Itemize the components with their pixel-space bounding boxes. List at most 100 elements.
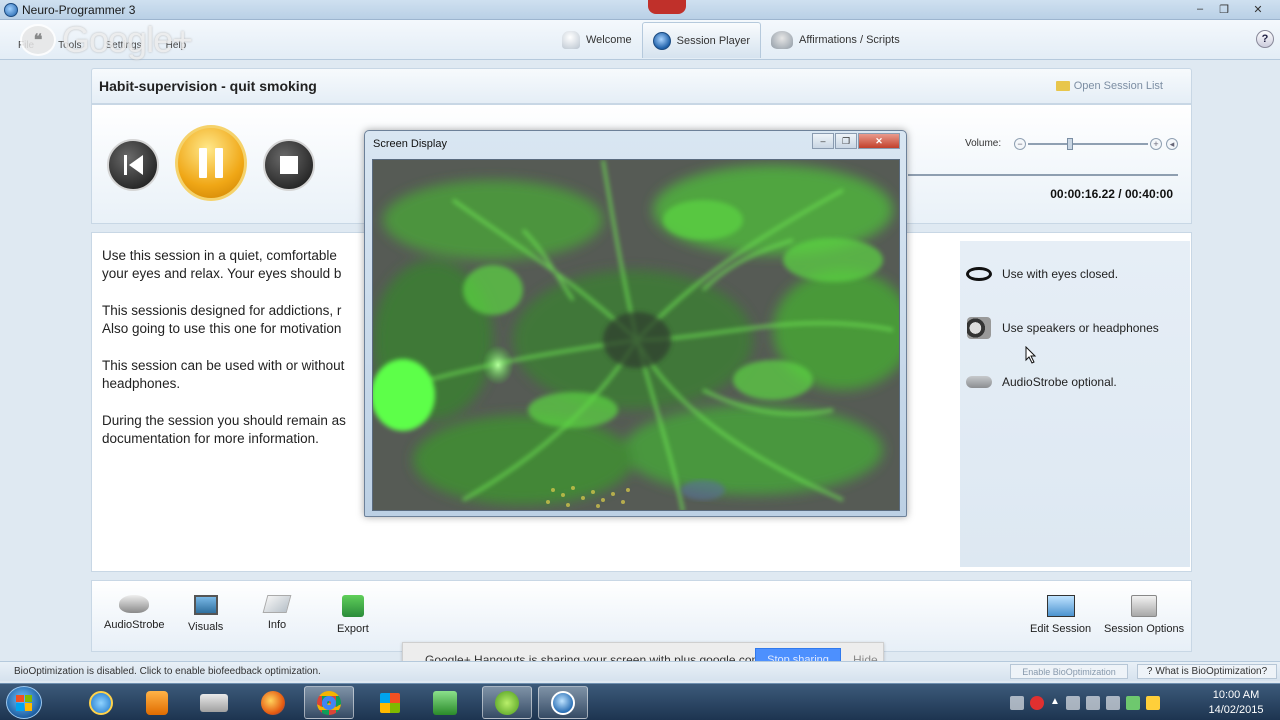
window-title: Neuro-Programmer 3: [22, 3, 136, 17]
export-button[interactable]: Export: [337, 595, 369, 635]
info-audiostrobe-label: AudioStrobe optional.: [1002, 375, 1117, 389]
pause-button[interactable]: [175, 125, 247, 201]
google-plus-logo: Google+: [62, 19, 193, 60]
screen-display-maximize-button[interactable]: ❐: [835, 133, 857, 149]
rewind-bar-glyph: [123, 155, 127, 175]
start-button[interactable]: [6, 686, 42, 719]
edit-session-icon: [1046, 595, 1075, 617]
fractal-visual: [373, 160, 899, 510]
tray-network-icon[interactable]: [1086, 695, 1100, 710]
tray-keyboard-icon[interactable]: [1010, 695, 1024, 710]
export-label: Export: [337, 623, 369, 635]
info-eyes-closed-label: Use with eyes closed.: [1002, 267, 1119, 281]
taskbar-apps-grid[interactable]: [365, 686, 415, 719]
recording-indicator: [648, 0, 686, 14]
utorrent-icon: [495, 690, 519, 715]
rewind-button[interactable]: [107, 139, 159, 191]
maximize-button[interactable]: ❐: [1212, 0, 1236, 18]
status-bar: BioOptimization is disabled. Click to en…: [0, 661, 1280, 681]
session-header: Habit-supervision - quit smoking Open Se…: [91, 68, 1192, 104]
tab-session-player-label: Session Player: [676, 34, 751, 47]
title-bar: Neuro-Programmer 3 ‒ ❐ ✕: [0, 0, 1280, 20]
taskbar-utorrent[interactable]: [482, 686, 532, 719]
stop-button[interactable]: [263, 139, 315, 191]
export-icon: [341, 595, 364, 617]
window-controls: ‒ ❐ ✕: [1188, 0, 1280, 18]
info-audiostrobe: AudioStrobe optional.: [966, 371, 1117, 393]
apps-grid-icon: [380, 692, 400, 713]
taskbar-hp-app[interactable]: [420, 686, 470, 719]
session-options-button[interactable]: Session Options: [1104, 595, 1184, 635]
clock-date: 14/02/2015: [1208, 704, 1264, 716]
player-disc-icon: [652, 31, 671, 50]
edit-session-button[interactable]: Edit Session: [1030, 595, 1091, 635]
volume-up-icon[interactable]: +: [1150, 138, 1162, 150]
lightbulb-icon: [562, 31, 580, 49]
enable-biooptimization-button[interactable]: Enable BioOptimization: [1010, 664, 1128, 679]
screen-display-controls: ‒ ❐ ✕: [812, 133, 900, 149]
menu-bar: File Tools Settings Help ❝ Google+ Welco…: [0, 19, 1280, 60]
edit-session-label: Edit Session: [1030, 623, 1092, 635]
audiostrobe-button[interactable]: AudioStrobe: [104, 595, 165, 631]
tab-session-player[interactable]: Session Player: [641, 22, 762, 58]
file-explorer-icon: [200, 693, 228, 712]
visualization-canvas: [372, 159, 900, 511]
tab-affirmations[interactable]: Affirmations / Scripts: [761, 22, 910, 58]
volume-down-icon[interactable]: −: [1014, 138, 1026, 150]
audiostrobe-icon: [119, 595, 150, 613]
taskbar-neuro-programmer[interactable]: [538, 686, 588, 719]
help-icon[interactable]: ?: [1256, 30, 1274, 48]
volume-label: Volume:: [965, 138, 1002, 149]
biooptimization-status[interactable]: BioOptimization is disabled. Click to en…: [14, 666, 321, 677]
taskbar-firefox[interactable]: [248, 686, 298, 719]
pause-icon: [199, 148, 223, 178]
time-display: 00:00:16.22 / 00:40:00: [1050, 187, 1173, 201]
taskbar-media-player[interactable]: [132, 686, 182, 719]
taskbar-internet-explorer[interactable]: [76, 686, 126, 719]
taskbar-clock[interactable]: 10:00 AM 14/02/2015: [1196, 688, 1276, 718]
mouse-cursor: [1025, 346, 1037, 364]
session-options-icon: [1131, 595, 1158, 617]
minimize-button[interactable]: ‒: [1188, 0, 1212, 18]
chrome-icon: [317, 690, 341, 715]
visuals-button[interactable]: Visuals: [188, 595, 223, 633]
session-requirements: Use with eyes closed. Use speakers or he…: [960, 241, 1190, 567]
tray-device-icon[interactable]: [1066, 695, 1080, 710]
volume-track: [1028, 143, 1148, 145]
tab-welcome-label: Welcome: [586, 34, 632, 46]
neuro-programmer-icon: [551, 690, 575, 715]
session-description: Use this session in a quiet, comfortable…: [102, 247, 364, 467]
windows-taskbar: ▲ 10:00 AM 14/02/2015: [0, 683, 1280, 720]
tray-show-hidden-icon[interactable]: ▲: [1050, 696, 1060, 710]
eye-mask-icon: [966, 267, 992, 281]
audiostrobe-label: AudioStrobe: [104, 619, 165, 631]
tray-drive-icon[interactable]: [1146, 695, 1160, 710]
volume-thumb[interactable]: [1067, 138, 1073, 150]
info-speakers-label: Use speakers or headphones: [1002, 321, 1159, 335]
info-button[interactable]: Info: [262, 595, 292, 631]
tab-affirmations-label: Affirmations / Scripts: [799, 34, 900, 46]
open-session-list-label: Open Session List: [1073, 80, 1163, 92]
screen-display-close-button[interactable]: ✕: [858, 133, 900, 149]
taskbar-file-explorer[interactable]: [189, 686, 239, 719]
screen-display-minimize-button[interactable]: ‒: [812, 133, 834, 149]
clock-time: 10:00 AM: [1212, 689, 1260, 701]
session-progress-bar[interactable]: [908, 174, 1178, 176]
tray-alert-icon[interactable]: [1030, 695, 1044, 710]
tray-app-icon[interactable]: [1126, 695, 1140, 710]
volume-slider[interactable]: − + ◂: [1012, 138, 1178, 150]
screen-display-window[interactable]: Screen Display ‒ ❐ ✕: [364, 130, 907, 517]
tray-volume-icon[interactable]: [1106, 695, 1120, 710]
headset-icon: [771, 31, 794, 49]
mute-icon[interactable]: ◂: [1166, 138, 1178, 150]
visuals-label: Visuals: [188, 621, 224, 633]
close-button[interactable]: ✕: [1236, 0, 1280, 18]
what-is-biooptimization-label: What is BioOptimization?: [1155, 666, 1268, 677]
tab-welcome[interactable]: Welcome: [552, 22, 642, 58]
taskbar-chrome[interactable]: [304, 686, 354, 719]
open-session-list-link[interactable]: Open Session List: [1055, 80, 1163, 92]
info-speakers: Use speakers or headphones: [966, 317, 1159, 339]
what-is-biooptimization-button[interactable]: ? What is BioOptimization?: [1137, 664, 1277, 679]
info-eyes-closed: Use with eyes closed.: [966, 263, 1118, 285]
description-paragraph: Use this session in a quiet, comfortable…: [102, 248, 342, 281]
